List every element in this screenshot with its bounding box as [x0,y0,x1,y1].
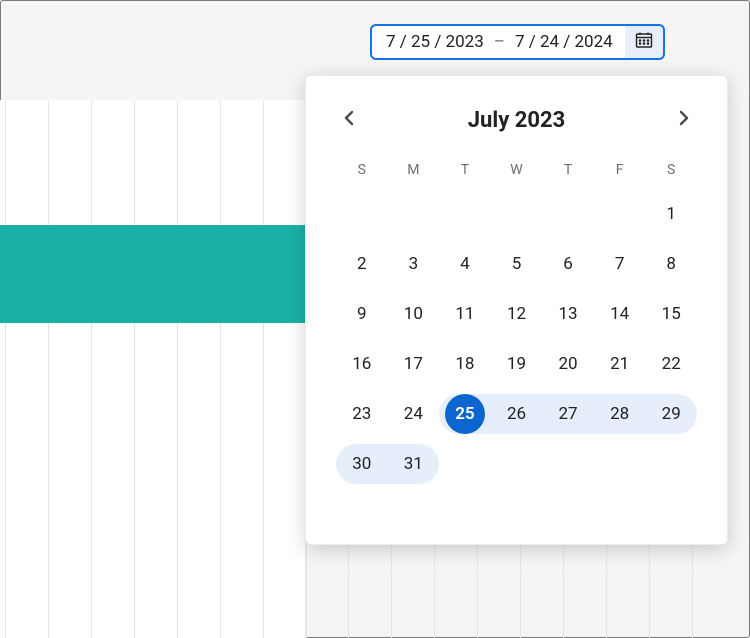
calendar-icon [634,30,654,54]
calendar-day[interactable]: 25 [439,394,491,434]
calendar-day[interactable]: 7 [594,244,646,284]
chevron-right-icon [674,109,692,131]
calendar-day-empty [491,194,543,234]
calendar-day[interactable]: 9 [336,294,388,334]
chart-bar-segment [0,225,305,323]
weekday-label: S [645,156,697,184]
chevron-left-icon [341,109,359,131]
weekday-label: T [439,156,491,184]
calendar-popover: July 2023 SMTWTFS 1234567891011121314151… [305,75,728,545]
calendar-day[interactable]: 31 [388,444,440,484]
calendar-day[interactable]: 22 [645,344,697,384]
calendar-day[interactable]: 23 [336,394,388,434]
calendar-day[interactable]: 29 [645,394,697,434]
calendar-day-empty [439,194,491,234]
weekday-label: T [542,156,594,184]
start-date-value: 7 / 25 / 2023 [386,32,484,52]
calendar-day[interactable]: 26 [491,394,543,434]
prev-month-button[interactable] [336,106,364,134]
weekday-label: F [594,156,646,184]
calendar-day[interactable]: 24 [388,394,440,434]
calendar-day-empty [542,194,594,234]
selected-start-day: 25 [445,394,485,434]
weekday-header: SMTWTFS [336,156,697,184]
calendar-day[interactable]: 6 [542,244,594,284]
calendar-day-empty [336,194,388,234]
calendar-day-empty [594,194,646,234]
calendar-day[interactable]: 2 [336,244,388,284]
next-month-button[interactable] [669,106,697,134]
calendar-day-empty [439,444,491,484]
weekday-label: M [388,156,440,184]
weekday-label: S [336,156,388,184]
open-calendar-button[interactable] [625,24,665,60]
calendar-day[interactable]: 5 [491,244,543,284]
calendar-day[interactable]: 30 [336,444,388,484]
calendar-day[interactable]: 1 [645,194,697,234]
calendar-day[interactable]: 16 [336,344,388,384]
calendar-day[interactable]: 4 [439,244,491,284]
calendar-day[interactable]: 12 [491,294,543,334]
end-date-value: 7 / 24 / 2024 [515,32,613,52]
calendar-day[interactable]: 3 [388,244,440,284]
calendar-day[interactable]: 27 [542,394,594,434]
date-range-field[interactable]: 7 / 25 / 2023 – 7 / 24 / 2024 [370,24,629,60]
calendar-day[interactable]: 8 [645,244,697,284]
calendar-day[interactable]: 17 [388,344,440,384]
calendar-day[interactable]: 21 [594,344,646,384]
calendar-day-empty [542,444,594,484]
calendar-day[interactable]: 18 [439,344,491,384]
calendar-day[interactable]: 10 [388,294,440,334]
calendar-day-empty [491,444,543,484]
calendar-day[interactable]: 14 [594,294,646,334]
calendar-day[interactable]: 28 [594,394,646,434]
calendar-day[interactable]: 19 [491,344,543,384]
calendar-day[interactable]: 13 [542,294,594,334]
weekday-label: W [491,156,543,184]
calendar-day[interactable]: 20 [542,344,594,384]
chart-grid-pane [0,100,305,638]
date-range-separator: – [494,32,505,52]
calendar-day-empty [388,194,440,234]
calendar-day-empty [645,444,697,484]
calendar-day-empty [594,444,646,484]
calendar-day[interactable]: 11 [439,294,491,334]
calendar-title: July 2023 [468,108,565,133]
calendar-day[interactable]: 15 [645,294,697,334]
